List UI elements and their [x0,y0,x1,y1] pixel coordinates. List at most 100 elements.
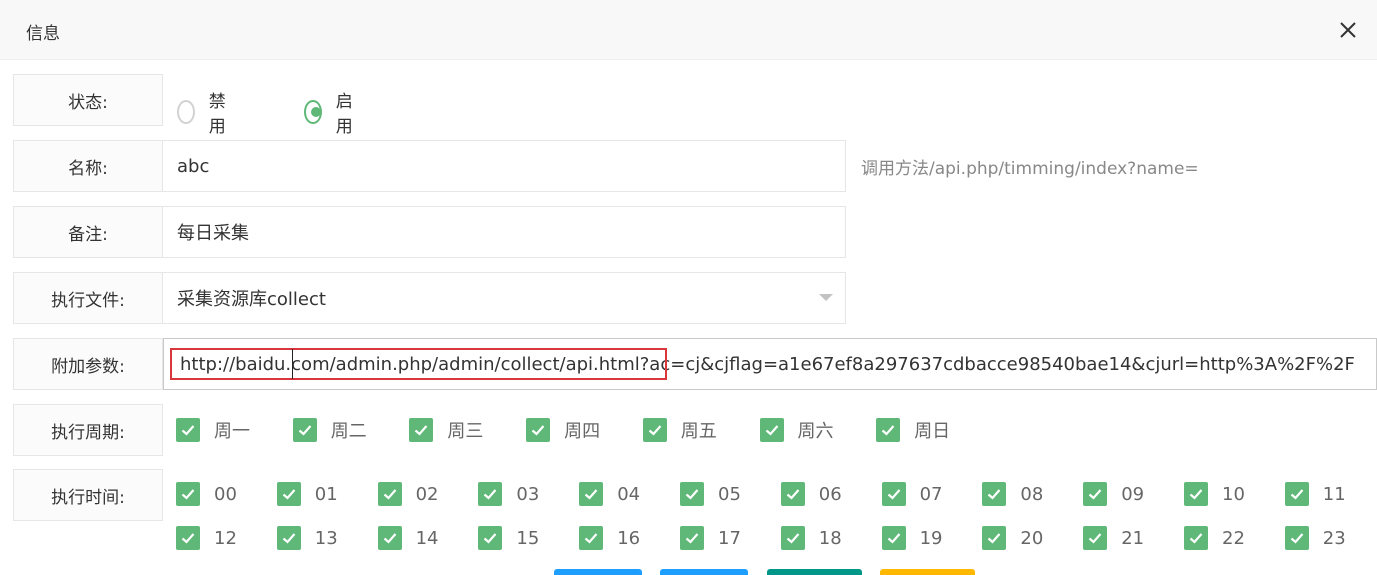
checkbox-label: 周六 [797,421,834,442]
hour-checkbox[interactable]: 23 [1284,526,1346,550]
name-label: 名称: [13,140,163,192]
radio-circle [304,100,322,124]
hour-checkbox[interactable]: 04 [579,482,640,506]
check-icon [1184,482,1208,506]
check-icon [478,526,503,550]
button-4[interactable] [880,569,975,575]
checkbox-label: 15 [516,527,540,549]
check-icon [1284,482,1309,506]
hour-checkbox[interactable]: 16 [579,526,640,550]
name-input[interactable]: abc [163,140,846,192]
day-checkbox[interactable]: 周三 [409,417,483,443]
check-icon [409,418,434,442]
radio-label: 禁用 [208,92,226,137]
checkbox-label: 17 [718,527,741,549]
exec-file-label: 执行文件: [13,272,163,324]
check-icon [881,526,906,550]
submit-button[interactable] [554,569,642,575]
checkbox-label: 13 [314,527,338,549]
check-icon [876,418,901,442]
day-checkbox[interactable]: 周五 [642,417,717,443]
check-icon [176,526,200,550]
checkbox-label: 23 [1322,527,1346,549]
remark-label: 备注: [13,206,163,258]
checkbox-label: 21 [1121,527,1145,549]
radio-circle [177,100,195,124]
day-checkbox[interactable]: 周二 [292,417,367,443]
checkbox-label: 05 [718,483,741,505]
checkbox-label: 周四 [564,421,601,442]
check-icon [780,526,805,550]
day-checkbox[interactable]: 周六 [759,417,834,443]
checkbox-label: 周三 [447,421,484,442]
button-2[interactable] [660,569,748,575]
checkbox-label: 20 [1020,527,1044,549]
hour-checkbox[interactable]: 07 [881,482,943,506]
check-icon [982,482,1007,506]
hour-checkbox[interactable]: 12 [176,526,237,550]
hour-checkbox[interactable]: 02 [377,482,439,506]
params-input[interactable]: http://baidu.com/admin.php/admin/collect… [163,338,1377,390]
hour-checkbox[interactable]: 09 [1083,482,1144,506]
status-radio-disabled[interactable]: 禁用 [177,87,232,137]
day-checkbox[interactable]: 周四 [526,417,600,443]
hour-checkbox[interactable]: 11 [1284,482,1346,506]
check-icon [276,482,301,506]
check-icon [579,526,604,550]
hour-checkbox[interactable]: 03 [478,482,539,506]
checkbox-label: 06 [818,483,842,505]
hour-checkbox[interactable]: 06 [780,482,842,506]
check-icon [642,418,667,442]
hour-checkbox[interactable]: 17 [680,526,741,550]
check-icon [292,418,317,442]
hour-checkbox[interactable]: 00 [176,482,237,506]
hour-checkbox[interactable]: 05 [680,482,741,506]
day-checkbox[interactable]: 周一 [176,417,250,443]
checkbox-label: 09 [1121,483,1145,505]
button-3[interactable] [767,569,862,575]
status-radio-enabled[interactable]: 启用 [304,87,359,137]
check-icon [1083,482,1108,506]
exec-file-select[interactable]: 采集资源库collect [163,272,846,324]
hour-checkbox[interactable]: 21 [1083,526,1144,550]
checkbox-label: 10 [1222,483,1245,505]
check-icon [377,526,402,550]
exec-file-value: 采集资源库collect [177,289,326,310]
hour-checkbox[interactable]: 01 [276,482,338,506]
checkbox-label: 03 [516,483,540,505]
close-icon[interactable] [1336,18,1360,42]
text-cursor [292,349,293,379]
check-icon [759,418,784,442]
checkbox-label: 18 [818,527,842,549]
hour-checkbox[interactable]: 08 [982,482,1043,506]
check-icon [1284,526,1309,550]
hour-checkbox[interactable]: 22 [1184,526,1245,550]
checkbox-label: 12 [214,527,237,549]
checkbox-label: 04 [617,483,641,505]
checkbox-label: 01 [314,483,338,505]
remark-input[interactable]: 每日采集 [163,206,846,258]
hour-checkbox[interactable]: 10 [1184,482,1245,506]
checkbox-label: 14 [415,527,439,549]
check-icon [176,418,200,442]
hour-checkbox[interactable]: 20 [982,526,1043,550]
hour-checkbox[interactable]: 19 [881,526,943,550]
hour-checkbox[interactable]: 14 [377,526,439,550]
check-icon [1184,526,1208,550]
hour-checkbox[interactable]: 15 [478,526,539,550]
radio-label: 启用 [335,92,353,137]
name-hint: 调用方法/api.php/timming/index?name= [861,159,1199,179]
checkbox-label: 00 [214,483,237,505]
check-icon [478,482,503,506]
hour-checkbox[interactable]: 18 [780,526,842,550]
dialog-header: 信息 [0,0,1377,60]
check-icon [526,418,551,442]
hour-checkbox[interactable]: 13 [276,526,338,550]
chevron-down-icon [819,294,833,301]
check-icon [680,526,704,550]
check-icon [881,482,906,506]
status-label: 状态: [13,74,163,126]
checkbox-label: 周二 [330,421,367,442]
day-checkbox[interactable]: 周日 [876,417,950,443]
period-label: 执行周期: [13,404,163,456]
